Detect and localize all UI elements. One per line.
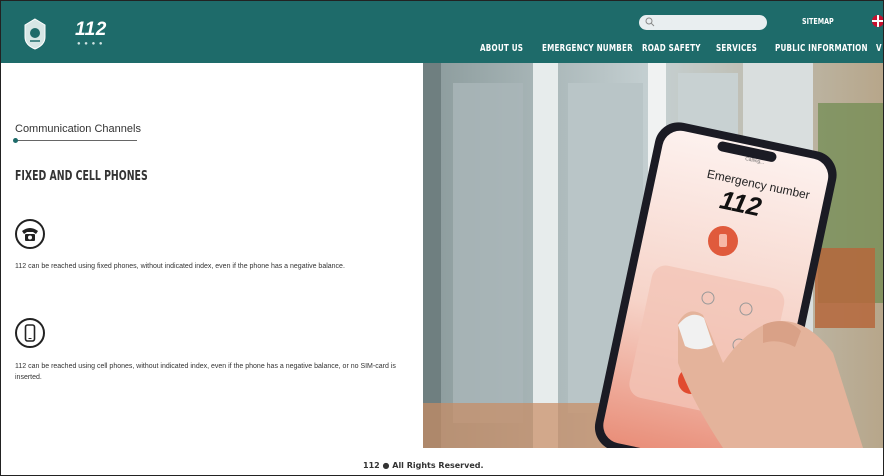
nav-public-information[interactable]: PUBLIC INFORMATION [775, 43, 868, 54]
sitemap-link[interactable]: SITEMAP [802, 17, 834, 26]
copyright-text: 112 ● All Rights Reserved. [363, 461, 484, 470]
search-icon [645, 17, 655, 27]
nav-services[interactable]: SERVICES [716, 43, 757, 54]
content-panel: Communication Channels FIXED AND CELL PH… [1, 63, 423, 448]
nav-emergency-number[interactable]: EMERGENCY NUMBER [542, 43, 633, 54]
logo-dots: ● ● ● ● [77, 41, 104, 47]
page: 112 ● ● ● ● SITEMAP ABOUT US EMERGENCY N… [0, 0, 884, 476]
search-input[interactable] [657, 16, 765, 30]
hero-photo: Emergency number 112 Calling... [423, 63, 883, 448]
nav-about-us[interactable]: ABOUT US [480, 43, 523, 54]
search-bar[interactable] [639, 15, 767, 30]
coat-of-arms-icon[interactable] [21, 17, 49, 51]
nav-more[interactable]: V [876, 43, 882, 54]
fixed-phones-text: 112 can be reached using fixed phones, w… [15, 263, 345, 270]
section-dot [13, 138, 18, 143]
section-title: Communication Channels [15, 123, 141, 135]
landline-phone-icon [15, 219, 45, 249]
logo-text[interactable]: 112 [75, 19, 107, 41]
section-underline [15, 140, 137, 141]
language-flag-icon[interactable] [872, 15, 883, 27]
mobile-phone-icon [15, 318, 45, 348]
header-bar: 112 ● ● ● ● SITEMAP ABOUT US EMERGENCY N… [1, 1, 883, 63]
page-heading: FIXED AND CELL PHONES [15, 169, 148, 184]
nav-road-safety[interactable]: ROAD SAFETY [642, 43, 701, 54]
footer: 112 ● All Rights Reserved. [1, 448, 883, 475]
cell-phones-text: 112 can be reached using cell phones, wi… [15, 363, 396, 381]
